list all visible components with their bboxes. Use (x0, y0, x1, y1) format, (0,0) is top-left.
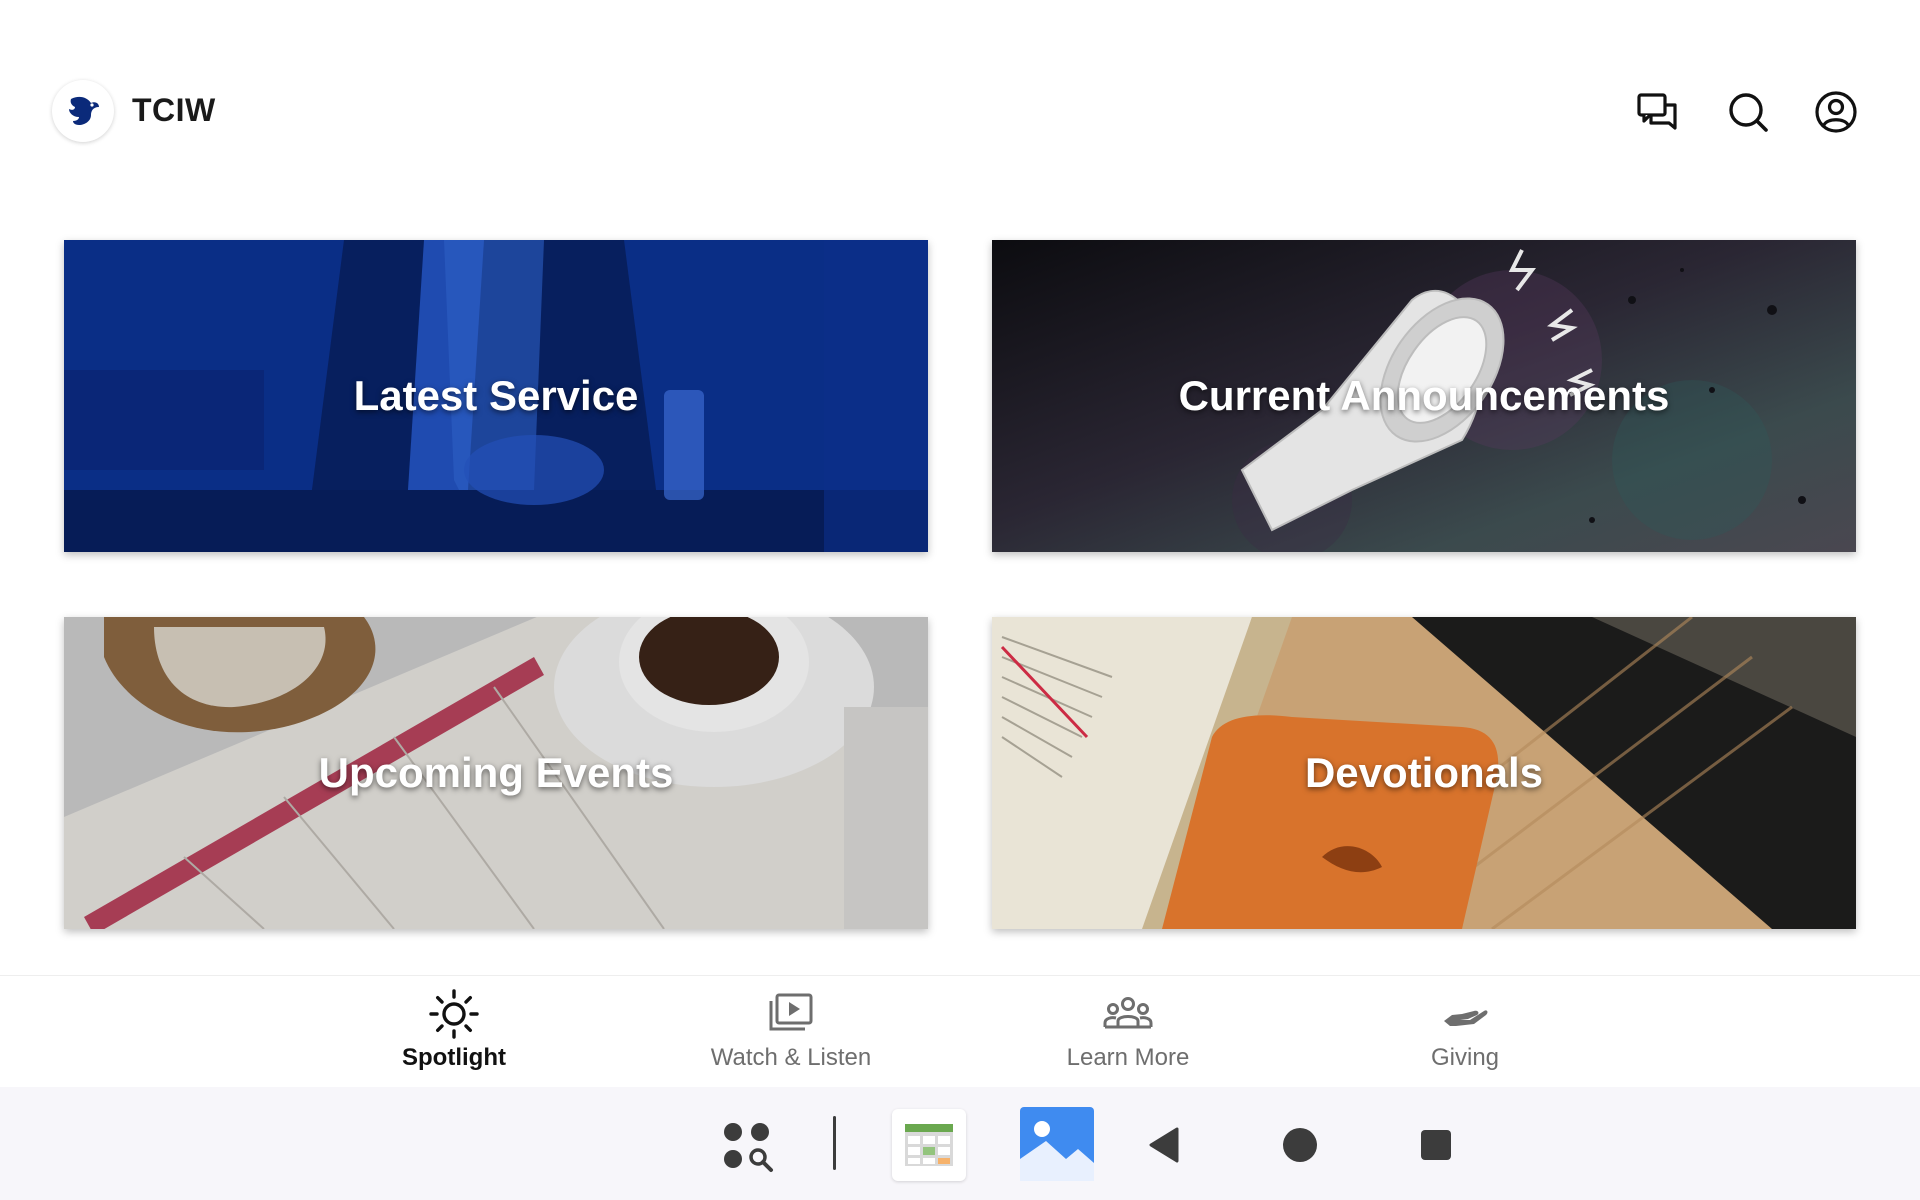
home-icon (1283, 1128, 1317, 1162)
account-button[interactable] (1810, 86, 1862, 138)
nav-label: Watch & Listen (710, 1044, 872, 1071)
card-devotionals[interactable]: Devotionals (992, 617, 1856, 929)
back-button[interactable] (1144, 1125, 1184, 1165)
giving-hand-icon (1444, 1010, 1488, 1026)
recents-button[interactable] (1416, 1125, 1456, 1165)
nav-item-giving[interactable]: Giving (1345, 990, 1585, 1080)
gallery-app-icon (1020, 1107, 1094, 1181)
app-header: TCIW (0, 0, 1920, 200)
dove-logo-icon[interactable] (52, 80, 114, 142)
nav-item-watch-listen[interactable]: Watch & Listen (671, 990, 911, 1080)
taskbar-divider (830, 1115, 838, 1171)
account-icon (1815, 91, 1857, 133)
recents-icon (1421, 1130, 1451, 1160)
search-button[interactable] (1722, 86, 1774, 138)
nav-item-learn-more[interactable]: Learn More (1008, 990, 1248, 1080)
search-icon (1729, 93, 1768, 132)
nav-label: Giving (1430, 1044, 1500, 1071)
card-upcoming-events[interactable]: Upcoming Events (64, 617, 928, 929)
back-icon (1149, 1127, 1179, 1163)
card-label: Current Announcements (1178, 372, 1670, 419)
card-label: Devotionals (1304, 749, 1544, 796)
card-label: Upcoming Events (318, 749, 674, 796)
home-button[interactable] (1280, 1125, 1320, 1165)
card-label: Latest Service (353, 372, 639, 419)
sun-icon (429, 989, 479, 1039)
calendar-app-icon (905, 1124, 953, 1166)
groups-icon (1103, 997, 1153, 1029)
chat-icon (1637, 93, 1677, 130)
card-latest-service[interactable]: Latest Service (64, 240, 928, 552)
app-drawer-search-button[interactable] (716, 1115, 780, 1179)
app-title: TCIW (132, 92, 216, 128)
card-current-announcements[interactable]: Current Announcements (992, 240, 1856, 552)
nav-label: Learn More (1066, 1044, 1190, 1071)
system-navigation-bar (0, 1087, 1920, 1200)
video-library-icon (769, 993, 813, 1031)
app-drawer-search-icon (724, 1123, 773, 1172)
bottom-nav: Spotlight Watch & Listen Learn More Givi… (0, 975, 1920, 1087)
nav-label: Spotlight (402, 1044, 506, 1071)
gallery-app-button[interactable] (1020, 1107, 1094, 1181)
nav-item-spotlight[interactable]: Spotlight (334, 989, 574, 1080)
calendar-app-button[interactable] (892, 1109, 966, 1181)
chat-button[interactable] (1632, 86, 1684, 138)
